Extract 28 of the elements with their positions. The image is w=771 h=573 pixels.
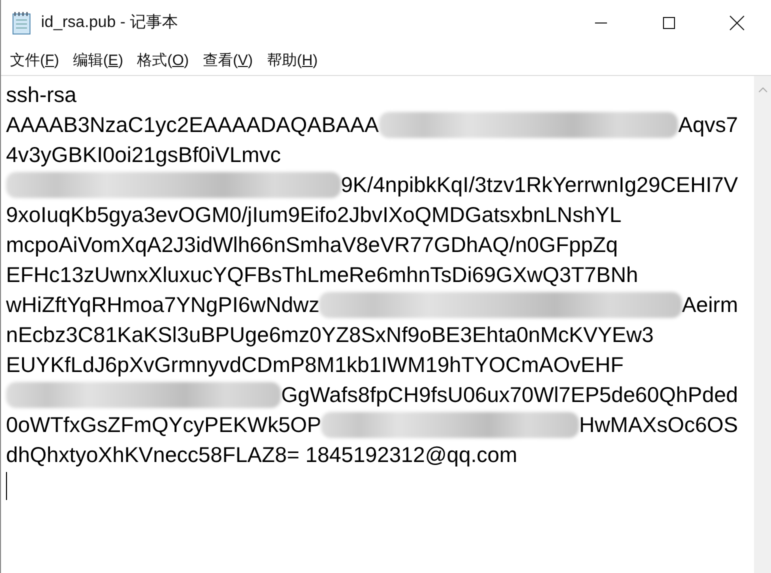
close-icon — [729, 14, 745, 30]
menu-item[interactable]: 格式(O) — [130, 50, 196, 70]
text-line: nEcbz3C81KaKSl3uBPUge6mz0YZ8SxNf9oBE3Ehta0nMcKVYEw3 — [6, 322, 654, 348]
minimize-icon — [594, 22, 608, 24]
scroll-up-icon[interactable] — [758, 86, 768, 94]
text-line: dhQhxtyoXhKVnecc58FLAZ8= 1845192312@qq.com — [6, 442, 518, 468]
text-line: EUYKfLdJ6pXvGrmnyvdCDmP8M1kb1IWM19hTYOCmAOvEHF — [6, 352, 624, 378]
text-line: 4v3yGBKI0oi21gsBf0iVLmvc — [6, 142, 281, 168]
text-line: 9K/4npibkKqI/3tzv1RkYerrwnIg29CEHI7V — [340, 172, 738, 198]
text-line: HwMAXsOc6OS — [579, 412, 738, 438]
text-line: Aeirm — [682, 292, 738, 318]
text-line: GgWafs8fpCH9fsU06ux70Wl7EP5de60QhPded — [281, 382, 738, 408]
menu-item[interactable]: 帮助(H) — [260, 50, 325, 70]
maximize-icon — [662, 16, 676, 30]
text-line: 0oWTfxGsZFmQYcyPEKWk5OP — [6, 412, 322, 438]
notepad-icon — [11, 10, 33, 34]
text-line: 9xoIuqKb5gya3evOGM0/jIum9Eifo2JbvIXoQMDGatsxbnLNshYL — [6, 202, 622, 228]
window-title: id_rsa.pub - 记事本 — [41, 12, 179, 33]
scrollbar[interactable] — [754, 76, 771, 573]
menu-item[interactable]: 文件(F) — [3, 50, 66, 70]
menu-item[interactable]: 查看(V) — [196, 50, 260, 70]
text-line: Aqvs7 — [678, 112, 738, 138]
text-line: ssh-rsa — [6, 82, 76, 108]
text-line: mcpoAiVomXqA2J3idWlh66nSmhaV8eVR77GDhAQ/n0GFppZq — [6, 232, 618, 258]
text-line: AAAAB3NzaC1yc2EAAAADAQABAAA — [6, 112, 379, 138]
text-line: wHiZftYqRHmoa7YNgPI6wNdwz — [6, 292, 320, 318]
menu-item[interactable]: 编辑(E) — [66, 50, 130, 70]
text-line: EFHc13zUwnxXluxucYQFBsThLmeRe6mhnTsDi69GXwQ3T7BNh — [6, 262, 638, 288]
